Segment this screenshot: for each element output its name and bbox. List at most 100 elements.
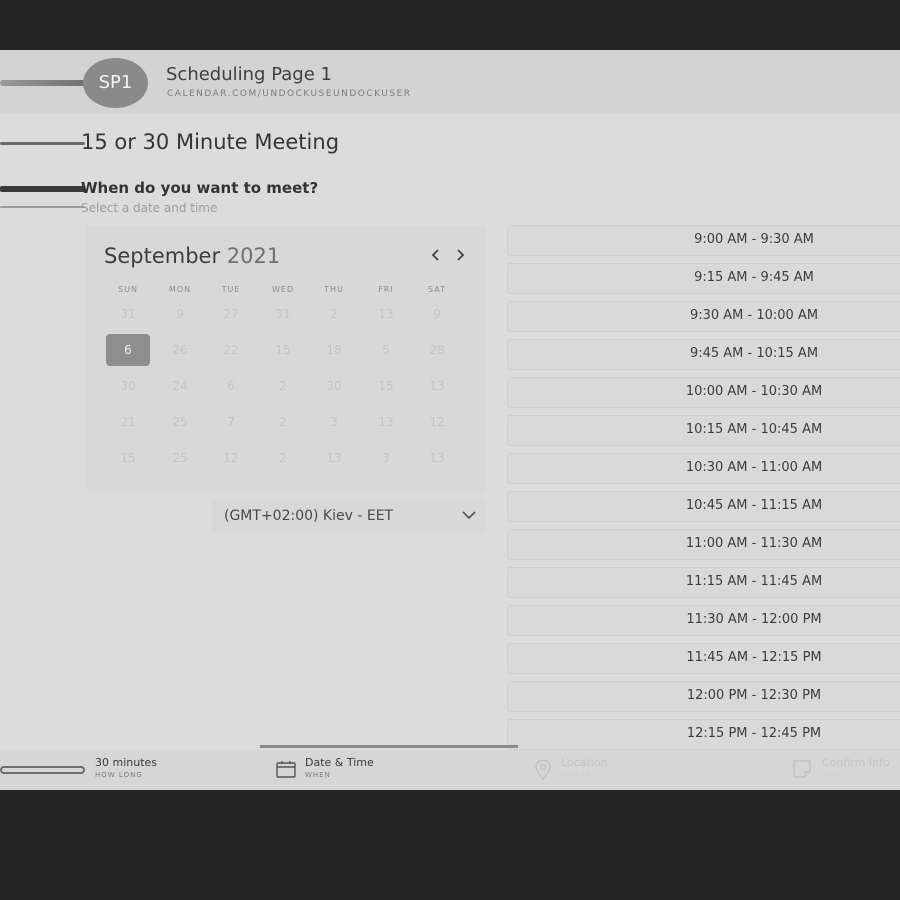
step-subtitle: WHERE (561, 771, 592, 779)
weekday-thu: THU (324, 285, 344, 294)
time-slot-button[interactable]: 10:15 AM - 10:45 AM (507, 415, 900, 446)
calendar-day[interactable]: 6 (209, 370, 253, 402)
weekday-mon: MON (168, 285, 192, 294)
calendar-day[interactable]: 31 (106, 298, 150, 330)
calendar-day[interactable]: 27 (209, 298, 253, 330)
calendar-day[interactable]: 3 (312, 406, 356, 438)
note-icon (793, 760, 811, 778)
time-slot-button[interactable]: 9:45 AM - 10:15 AM (507, 339, 900, 370)
avatar: SP1 (83, 58, 148, 108)
time-slot-label: 11:15 AM - 11:45 AM (685, 574, 823, 589)
step-subtitle: HOW LONG (95, 771, 143, 779)
time-slot-button[interactable]: 12:00 PM - 12:30 PM (507, 681, 900, 712)
calendar-day[interactable]: 15 (261, 334, 305, 366)
motion-streak (0, 206, 85, 208)
calendar-day[interactable]: 13 (364, 406, 408, 438)
calendar-day[interactable]: 9 (158, 298, 202, 330)
month-name: September (104, 244, 221, 268)
step-location[interactable]: Location WHERE (561, 756, 608, 779)
time-slot-label: 10:15 AM - 10:45 AM (685, 422, 823, 437)
page-url[interactable]: CALENDAR.COM/UNDOCKUSEUNDOCKUSER (167, 89, 412, 99)
time-slot-button[interactable]: 9:00 AM - 9:30 AM (507, 225, 900, 256)
weekday-sat: SAT (428, 285, 446, 294)
meeting-question: When do you want to meet? (81, 179, 319, 197)
scheduling-app: SP1 Scheduling Page 1 CALENDAR.COM/UNDOC… (0, 50, 900, 790)
time-slot-label: 10:30 AM - 11:00 AM (685, 460, 823, 475)
step-confirm-info[interactable]: Confirm Info WHO (822, 756, 900, 779)
calendar-day[interactable]: 13 (312, 442, 356, 474)
calendar-day[interactable]: 18 (312, 334, 356, 366)
calendar-day[interactable]: 26 (158, 334, 202, 366)
motion-streak (0, 766, 85, 774)
calendar-day[interactable]: 2 (261, 442, 305, 474)
year-label: 2021 (226, 244, 281, 268)
time-slot-label: 10:45 AM - 11:15 AM (685, 498, 823, 513)
motion-streak (0, 80, 90, 86)
time-slot-label: 9:15 AM - 9:45 AM (694, 270, 814, 285)
time-slot-button[interactable]: 11:45 AM - 12:15 PM (507, 643, 900, 674)
calendar-day[interactable]: 13 (364, 298, 408, 330)
calendar-day[interactable]: 12 (415, 406, 459, 438)
calendar-day[interactable]: 30 (106, 370, 150, 402)
chevron-right-icon (457, 249, 465, 261)
meeting-title: 15 or 30 Minute Meeting (81, 130, 340, 154)
timezone-value: (GMT+02:00) Kiev - EET (224, 508, 394, 524)
location-pin-icon (535, 760, 551, 780)
calendar-day[interactable]: 15 (364, 370, 408, 402)
time-slot-label: 11:00 AM - 11:30 AM (685, 536, 823, 551)
calendar-day[interactable]: 9 (415, 298, 459, 330)
calendar-day-selected[interactable]: 6 (106, 334, 150, 366)
calendar-day[interactable]: 3 (364, 442, 408, 474)
prev-month-button[interactable] (428, 246, 444, 266)
calendar-day[interactable]: 13 (415, 370, 459, 402)
header: SP1 Scheduling Page 1 CALENDAR.COM/UNDOC… (0, 50, 900, 114)
time-slot-button[interactable]: 9:30 AM - 10:00 AM (507, 301, 900, 332)
meeting-subtext: Select a date and time (81, 201, 218, 215)
calendar-day[interactable]: 2 (261, 370, 305, 402)
page-title: Scheduling Page 1 (166, 64, 332, 85)
chevron-left-icon (431, 249, 439, 261)
calendar-day[interactable]: 31 (261, 298, 305, 330)
calendar-day[interactable]: 30 (312, 370, 356, 402)
calendar-day[interactable]: 25 (158, 442, 202, 474)
timezone-select[interactable]: (GMT+02:00) Kiev - EET (212, 501, 486, 531)
next-month-button[interactable] (452, 246, 468, 266)
calendar-day[interactable]: 13 (415, 442, 459, 474)
time-slot-button[interactable]: 11:00 AM - 11:30 AM (507, 529, 900, 560)
step-subtitle: WHO (822, 771, 843, 779)
time-slot-button[interactable]: 10:45 AM - 11:15 AM (507, 491, 900, 522)
time-slot-label: 9:45 AM - 10:15 AM (689, 346, 819, 361)
calendar-day[interactable]: 15 (106, 442, 150, 474)
calendar-day[interactable]: 2 (312, 298, 356, 330)
time-slot-label: 12:15 PM - 12:45 PM (686, 726, 822, 741)
step-title: Date & Time (305, 756, 374, 769)
calendar-day[interactable]: 24 (158, 370, 202, 402)
time-slot-button[interactable]: 10:00 AM - 10:30 AM (507, 377, 900, 408)
time-slot-label: 11:45 AM - 12:15 PM (686, 650, 822, 665)
time-slot-button[interactable]: 11:15 AM - 11:45 AM (507, 567, 900, 598)
calendar-day[interactable]: 22 (209, 334, 253, 366)
step-title: Confirm Info (822, 756, 890, 769)
calendar-day[interactable]: 25 (158, 406, 202, 438)
time-slot-button[interactable]: 10:30 AM - 11:00 AM (507, 453, 900, 484)
calendar-day[interactable]: 12 (209, 442, 253, 474)
time-slot-label: 9:00 AM - 9:30 AM (694, 232, 814, 247)
calendar-day[interactable]: 7 (209, 406, 253, 438)
weekday-wed: WED (271, 285, 295, 294)
motion-streak (0, 142, 85, 145)
step-duration[interactable]: 30 minutes HOW LONG (95, 756, 157, 779)
step-date-time[interactable]: Date & Time WHEN (305, 756, 374, 779)
step-title: 30 minutes (95, 756, 158, 769)
calendar-day[interactable]: 5 (364, 334, 408, 366)
time-slot-button[interactable]: 11:30 AM - 12:00 PM (507, 605, 900, 636)
weekday-tue: TUE (221, 285, 241, 294)
weekday-fri: FRI (378, 285, 394, 294)
time-slot-label: 9:30 AM - 10:00 AM (689, 308, 819, 323)
time-slot-button[interactable]: 12:15 PM - 12:45 PM (507, 719, 900, 750)
time-slot-button[interactable]: 9:15 AM - 9:45 AM (507, 263, 900, 294)
calendar-day[interactable]: 21 (106, 406, 150, 438)
calendar-day[interactable]: 2 (261, 406, 305, 438)
time-slot-label: 10:00 AM - 10:30 AM (685, 384, 823, 399)
calendar-day[interactable]: 28 (415, 334, 459, 366)
time-slot-label: 12:00 PM - 12:30 PM (686, 688, 822, 703)
